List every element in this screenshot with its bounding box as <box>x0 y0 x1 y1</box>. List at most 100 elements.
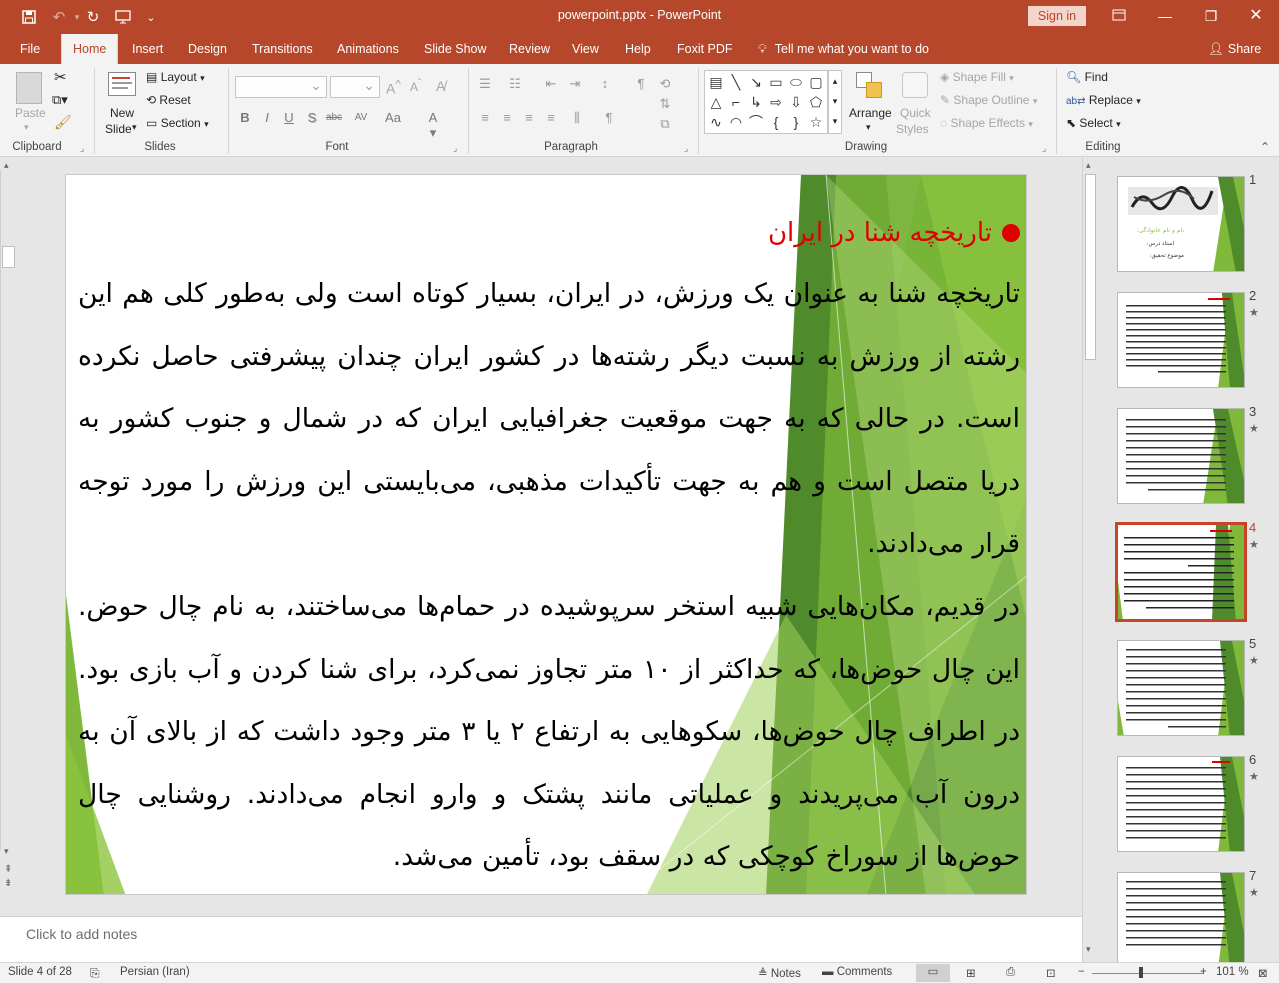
tab-view[interactable]: View <box>564 34 607 64</box>
character-spacing-icon[interactable]: AV <box>352 112 370 123</box>
ribbon-display-options-icon[interactable] <box>1096 4 1142 28</box>
ltr-direction-icon[interactable]: ¶ <box>632 76 650 92</box>
tab-file[interactable]: File <box>12 34 48 64</box>
tab-slide-show[interactable]: Slide Show <box>416 34 495 64</box>
font-name-combo[interactable] <box>235 76 327 98</box>
text-shadow-icon[interactable]: S <box>303 110 321 125</box>
triangle-icon[interactable]: △ <box>707 93 725 111</box>
prev-slide-icon[interactable]: ⇞ <box>4 864 12 875</box>
rtl-direction-icon[interactable]: ¶ <box>600 110 618 126</box>
slide-canvas[interactable]: تاریخچه شنا در ایران تاریخچه شنا به عنوا… <box>65 174 1027 895</box>
paste-button[interactable]: Paste ▾ <box>10 70 48 140</box>
replace-button[interactable]: ab⇄ Replace ▾ <box>1066 93 1141 107</box>
decrease-font-size-icon[interactable]: Aˇ <box>410 78 421 94</box>
slide-title[interactable]: تاریخچه شنا در ایران <box>78 203 1020 263</box>
scroll-up-icon[interactable]: ▴ <box>1086 160 1091 171</box>
clipboard-launcher-icon[interactable]: ⌟ <box>80 143 84 154</box>
shape-outline-button[interactable]: ✎ Shape Outline ▾ <box>940 93 1037 107</box>
collapse-ribbon-icon[interactable]: ⌃ <box>1260 140 1270 154</box>
bold-icon[interactable]: B <box>236 110 254 125</box>
tab-design[interactable]: Design <box>180 34 235 64</box>
notes-placeholder[interactable]: Click to add notes <box>26 926 137 942</box>
elbow-arrow-icon[interactable]: ↳ <box>747 93 765 111</box>
notes-toggle[interactable]: ≜ Notes <box>758 966 801 980</box>
section-button[interactable]: ▭ Section ▾ <box>146 116 209 130</box>
arrow-line-icon[interactable]: ↘ <box>747 73 765 91</box>
increase-indent-icon[interactable]: ⇥ <box>566 76 584 92</box>
format-painter-icon[interactable]: 🖌︎ <box>54 114 72 131</box>
text-box-icon[interactable]: ▤ <box>707 73 725 91</box>
tab-help[interactable]: Help <box>617 34 659 64</box>
cut-icon[interactable]: ✂ <box>54 68 67 86</box>
quick-styles-button[interactable]: Quick Styles <box>894 70 936 140</box>
increase-font-size-icon[interactable]: A^ <box>386 78 401 97</box>
tab-insert[interactable]: Insert <box>124 34 171 64</box>
down-arrow-icon[interactable]: ⇩ <box>787 93 805 111</box>
freeform-icon[interactable]: ∿ <box>707 113 725 131</box>
rounded-rectangle-icon[interactable]: ▢ <box>807 73 825 91</box>
slide-thumbnail-1[interactable]: نام و نام خانوادگی: استاد درس: موضوع تحق… <box>1117 176 1245 272</box>
arrange-button[interactable]: Arrange ▾ <box>848 70 892 140</box>
sign-in-button[interactable]: Sign in <box>1028 6 1086 26</box>
zoom-slider[interactable] <box>1092 973 1204 974</box>
align-center-icon[interactable]: ≡ <box>498 110 516 126</box>
text-direction-icon[interactable]: ⟲ <box>656 76 674 92</box>
italic-icon[interactable]: I <box>258 110 276 125</box>
align-right-icon[interactable]: ≡ <box>520 110 538 126</box>
slide-show-view-icon[interactable]: ⊡ <box>1046 966 1056 980</box>
language-indicator[interactable]: Persian (Iran) <box>120 966 190 978</box>
elbow-connector-icon[interactable]: ⌐ <box>727 93 745 111</box>
bullets-icon[interactable]: ☰ <box>476 76 494 92</box>
shape-fill-button[interactable]: ◈ Shape Fill ▾ <box>940 70 1014 84</box>
left-brace-icon[interactable]: { <box>767 113 785 131</box>
tab-transitions[interactable]: Transitions <box>244 34 321 64</box>
underline-icon[interactable]: U <box>280 110 298 125</box>
convert-smartart-icon[interactable]: ⧉ <box>656 116 674 132</box>
tab-foxit-pdf[interactable]: Foxit PDF <box>669 34 741 64</box>
select-button[interactable]: ⬉ Select ▾ <box>1066 116 1121 130</box>
zoom-slider-thumb[interactable] <box>1139 967 1143 978</box>
copy-icon[interactable]: ⧉▾ <box>52 92 68 108</box>
normal-view-icon[interactable]: ▭ <box>916 964 950 982</box>
numbering-icon[interactable]: ☷ <box>506 76 524 92</box>
star-icon[interactable]: ☆ <box>807 113 825 131</box>
scroll-thumb[interactable] <box>2 246 15 268</box>
shape-effects-button[interactable]: ◌ Shape Effects ▾ <box>940 116 1033 130</box>
columns-icon[interactable]: ⫼ <box>568 110 586 126</box>
close-icon[interactable]: ✕ <box>1233 4 1279 28</box>
reset-button[interactable]: ⟲ Reset <box>146 93 191 107</box>
pentagon-icon[interactable]: ⬠ <box>807 93 825 111</box>
drawing-launcher-icon[interactable]: ⌟ <box>1042 143 1046 154</box>
layout-button[interactable]: ▤ Layout ▾ <box>146 70 205 84</box>
slide-paragraph-1[interactable]: تاریخچه شنا به عنوان یک ورزش، در ایران، … <box>78 263 1020 576</box>
decrease-indent-icon[interactable]: ⇤ <box>542 76 560 92</box>
tab-home[interactable]: Home <box>61 34 119 65</box>
scroll-down-icon[interactable]: ▾ <box>1086 944 1091 955</box>
clear-formatting-icon[interactable]: A̸ <box>436 78 445 94</box>
left-scrollbar[interactable]: ▴ ▾ <box>0 158 17 863</box>
curve-icon[interactable]: ⌒ <box>747 113 765 131</box>
slide-sorter-view-icon[interactable]: ⊞ <box>966 966 976 980</box>
slide-text-box[interactable]: تاریخچه شنا در ایران تاریخچه شنا به عنوا… <box>78 203 1020 889</box>
fit-to-window-icon[interactable]: ⊠ <box>1258 966 1268 980</box>
scroll-thumb[interactable] <box>1085 174 1096 360</box>
arc-icon[interactable]: ◠ <box>727 113 745 131</box>
paragraph-launcher-icon[interactable]: ⌟ <box>684 143 688 154</box>
slide-thumbnail-3[interactable] <box>1117 408 1245 504</box>
slide-paragraph-2[interactable]: در قدیم، مکان‌هایی شبیه استخر سرپوشیده د… <box>78 576 1020 889</box>
oval-icon[interactable]: ⬭ <box>787 73 805 91</box>
right-arrow-icon[interactable]: ⇨ <box>767 93 785 111</box>
minimize-icon[interactable]: — <box>1142 4 1188 28</box>
zoom-level[interactable]: 101 % <box>1216 966 1249 978</box>
notes-pane[interactable]: Click to add notes <box>0 916 1082 962</box>
zoom-in-icon[interactable]: + <box>1200 966 1207 978</box>
shapes-gallery-more-icon[interactable]: ▴ ▾ ▾ <box>828 70 842 134</box>
zoom-out-icon[interactable]: − <box>1078 966 1085 978</box>
new-slide-button[interactable]: New Slide ▾ <box>100 70 144 140</box>
slide-thumbnail-7[interactable] <box>1117 872 1245 962</box>
slide-thumbnail-6[interactable] <box>1117 756 1245 852</box>
spelling-check-icon[interactable]: ⎘ <box>90 966 100 981</box>
shapes-gallery[interactable]: ▤ ╲ ↘ ▭ ⬭ ▢ △ ⌐ ↳ ⇨ ⇩ ⬠ ∿ ◠ ⌒ { } ☆ <box>704 70 828 134</box>
font-color-icon[interactable]: A ▾ <box>424 110 442 141</box>
font-launcher-icon[interactable]: ⌟ <box>453 143 457 154</box>
